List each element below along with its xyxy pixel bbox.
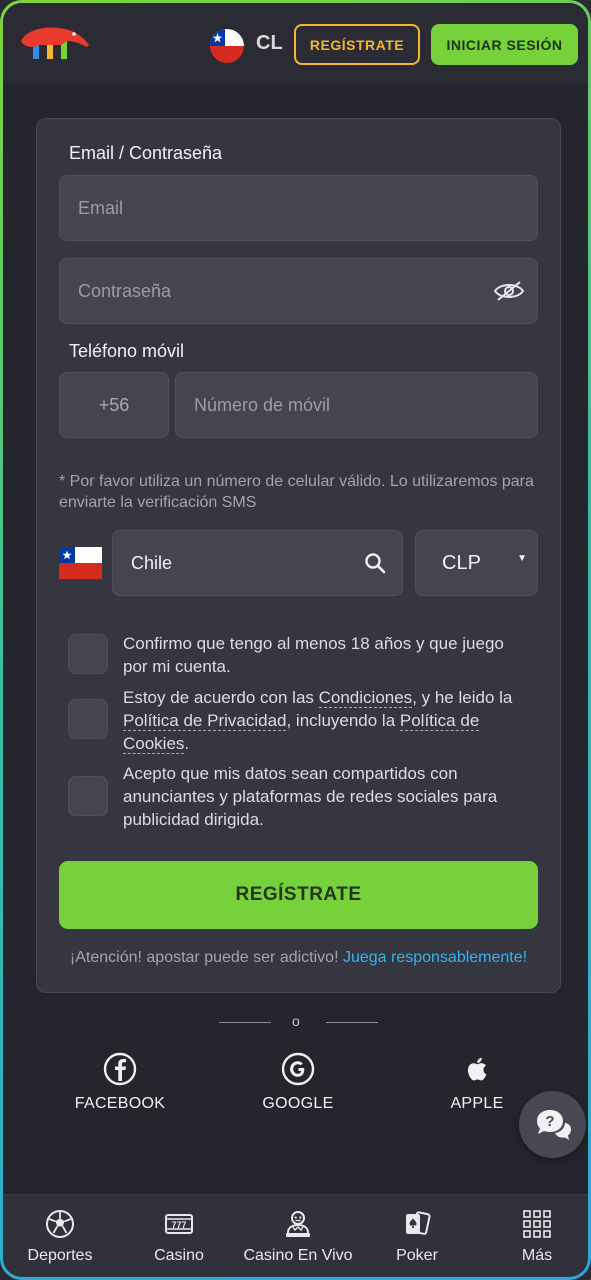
country-select[interactable]: Chile (112, 530, 403, 596)
live-dealer-icon (286, 1211, 310, 1237)
google-label: GOOGLE (262, 1095, 334, 1112)
facebook-icon (103, 1052, 137, 1086)
terms-checkbox[interactable] (68, 699, 108, 739)
nav-item-more[interactable]: Más (478, 1209, 588, 1265)
ads-checkbox[interactable] (68, 776, 108, 816)
phone-number-field[interactable] (175, 372, 538, 438)
facebook-login-button[interactable]: FACEBOOK (50, 1051, 190, 1113)
google-login-button[interactable]: GOOGLE (228, 1051, 368, 1113)
soccer-ball-icon (46, 1210, 74, 1238)
login-button[interactable]: INICIAR SESIÓN (431, 24, 578, 65)
grid-menu-icon (523, 1210, 551, 1238)
chevron-down-icon: ▼ (517, 553, 527, 564)
ads-checkbox-label: Acepto que mis datos sean compartidos co… (123, 764, 498, 829)
responsible-gaming-link[interactable]: Juega responsablemente! (343, 949, 527, 966)
nav-item-sports[interactable]: Deportes (3, 1209, 119, 1265)
anteater-logo-icon[interactable] (17, 19, 91, 65)
phone-label: Teléfono móvil (69, 341, 185, 361)
password-field[interactable] (59, 258, 538, 324)
nav-item-casino[interactable]: 777 Casino (120, 1209, 238, 1265)
nav-label-poker: Poker (396, 1247, 438, 1264)
register-button[interactable]: REGÍSTRATE (294, 24, 420, 65)
password-input[interactable] (78, 280, 537, 302)
nav-item-live-casino[interactable]: Casino En Vivo (239, 1209, 357, 1265)
eye-off-icon[interactable] (493, 279, 525, 303)
chile-flag-icon (59, 547, 102, 579)
country-value: Chile (131, 552, 173, 573)
terms-text-1: Estoy de acuerdo con las (123, 688, 319, 707)
apple-icon (467, 1057, 487, 1081)
playing-cards-icon (406, 1211, 431, 1235)
search-icon[interactable] (364, 552, 386, 574)
help-chat-icon: ? (536, 1109, 571, 1140)
age-checkbox-label: Confirmo que tengo al menos 18 años y qu… (123, 634, 504, 676)
app-frame: CL REGÍSTRATE INICIAR SESIÓN Email / Con… (0, 0, 591, 1280)
terms-checkbox-label: Estoy de acuerdo con las Condiciones, y … (123, 686, 533, 755)
email-password-label: Email / Contraseña (69, 143, 223, 163)
phone-hint: * Por favor utiliza un número de celular… (59, 473, 534, 511)
nav-label-sports: Deportes (27, 1247, 93, 1264)
registration-form: Email / Contraseña Teléfono móvil +56 * … (36, 118, 561, 993)
bottom-navigation: Deportes 777 Casino Casino En Vivo Poker… (3, 1194, 588, 1277)
svg-text:777: 777 (171, 1220, 186, 1230)
email-field[interactable] (59, 175, 538, 241)
nav-label-more: Más (521, 1247, 553, 1264)
phone-prefix[interactable]: +56 (59, 372, 169, 438)
privacy-policy-link[interactable]: Política de Privacidad (123, 711, 287, 731)
top-header: CL REGÍSTRATE INICIAR SESIÓN (3, 3, 588, 83)
facebook-label: FACEBOOK (74, 1095, 166, 1112)
divider-line-right (326, 1022, 378, 1023)
terms-text-3: , incluyendo la (286, 711, 400, 730)
terms-text-2: , y he leido la (412, 688, 513, 707)
phone-number-input[interactable] (194, 394, 537, 416)
divider-line-left (219, 1022, 271, 1023)
country-code[interactable]: CL (256, 32, 283, 55)
svg-text:?: ? (545, 1113, 554, 1130)
email-input[interactable] (78, 197, 537, 219)
conditions-link[interactable]: Condiciones (318, 688, 413, 708)
nav-label-casino: Casino (154, 1247, 204, 1264)
terms-text-4: . (184, 734, 190, 753)
nav-label-live-casino: Casino En Vivo (243, 1247, 353, 1264)
age-checkbox[interactable] (68, 634, 108, 674)
warning-text: ¡Atención! apostar puede ser adictivo! (69, 949, 343, 966)
chile-flag-icon[interactable] (210, 29, 244, 63)
slot-machine-icon: 777 (165, 1214, 193, 1234)
submit-register-button[interactable]: REGÍSTRATE (59, 861, 538, 929)
gambling-warning: ¡Atención! apostar puede ser adictivo! J… (37, 949, 560, 967)
divider-text: o (292, 1013, 300, 1029)
google-icon (281, 1052, 315, 1086)
currency-value: CLP (442, 551, 481, 574)
currency-select[interactable]: CLP ▼ (415, 530, 538, 596)
support-chat-button[interactable]: ? (519, 1091, 586, 1158)
nav-item-poker[interactable]: Poker (358, 1209, 476, 1265)
